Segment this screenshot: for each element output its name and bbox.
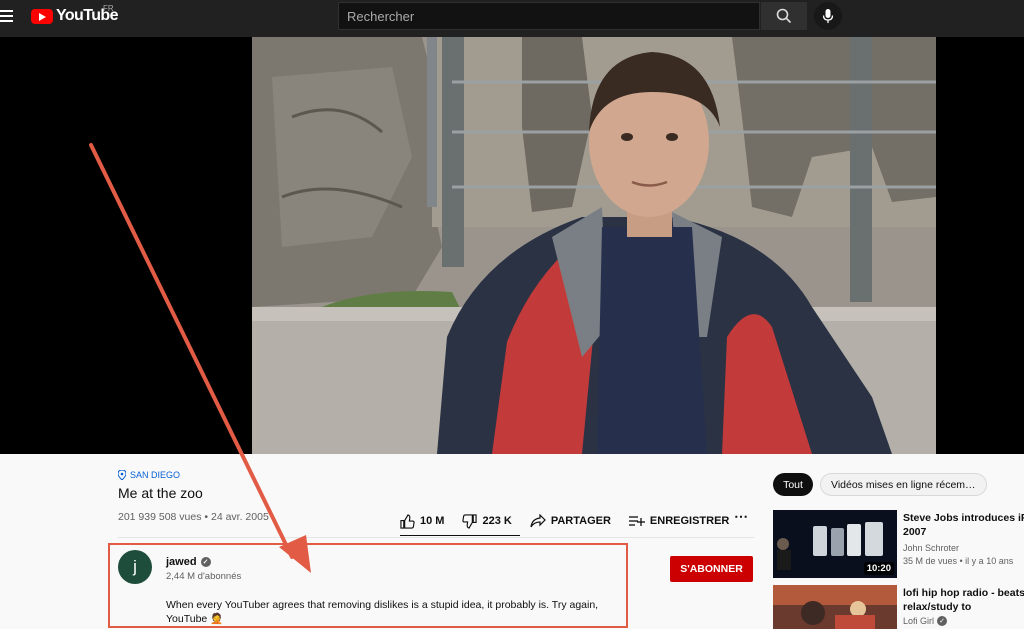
search-box [338, 2, 760, 30]
recommended-video[interactable]: 10:20 Steve Jobs introduces iPh 2007 Joh… [773, 510, 1024, 580]
dislike-button[interactable]: 223 K [462, 513, 512, 529]
recommended-title-line-2: relax/study to [903, 601, 972, 613]
location-label: SAN DIEGO [130, 470, 181, 480]
search-button[interactable] [761, 2, 807, 30]
recommended-title-line-1: Steve Jobs introduces iPh [903, 512, 1024, 524]
recommended-meta: 35 M de vues • il y a 10 ans [903, 556, 1014, 566]
recommended-channel: John Schroter [903, 543, 960, 553]
divider [118, 537, 754, 538]
chip-all[interactable]: Tout [773, 473, 813, 496]
recommended-title-line-1: lofi hip hop radio - beats to [903, 587, 1024, 599]
video-still-image [252, 37, 936, 454]
location-pin-icon [118, 470, 126, 480]
like-count: 10 M [420, 515, 445, 527]
subscribe-button[interactable]: S'ABONNER [670, 556, 753, 582]
search-input[interactable] [339, 3, 759, 29]
verified-check-icon: ✓ [937, 616, 948, 626]
share-label: PARTAGER [550, 515, 611, 527]
video-thumbnail[interactable]: 10:20 [773, 510, 897, 578]
thumbs-up-icon [400, 513, 415, 529]
chip-recent-uploads[interactable]: Vidéos mises en ligne récem… [820, 473, 987, 496]
like-button[interactable]: 10 M [400, 513, 445, 529]
voice-search-button[interactable] [814, 2, 842, 30]
share-button[interactable]: PARTAGER [530, 514, 611, 528]
video-frame[interactable] [252, 37, 936, 454]
top-bar: YouTube FR [0, 0, 1024, 37]
playlist-add-icon [628, 516, 645, 526]
country-code: FR [103, 4, 114, 13]
highlight-box-annotation [108, 543, 628, 628]
dislike-count: 223 K [482, 515, 512, 527]
more-actions-button[interactable]: ⋯ [734, 508, 748, 525]
save-label: ENREGISTRER [649, 515, 730, 527]
video-duration: 10:20 [863, 562, 894, 575]
hamburger-menu-icon[interactable] [0, 10, 14, 24]
location-link[interactable]: SAN DIEGO [118, 470, 180, 480]
video-thumbnail[interactable] [773, 585, 897, 629]
thumbs-down-icon [462, 513, 478, 529]
video-player[interactable] [0, 37, 1024, 454]
search-icon [776, 8, 792, 24]
action-bar: 10 M 223 K PARTAGER ENREGISTRER [400, 506, 747, 536]
youtube-play-icon [31, 8, 53, 24]
microphone-icon [822, 9, 834, 23]
recommended-channel-row: Lofi Girl ✓ [903, 616, 948, 626]
recommended-channel: Lofi Girl [903, 616, 935, 626]
recommended-title: Steve Jobs introduces iPh 2007 [903, 511, 1024, 539]
recommended-title: lofi hip hop radio - beats to relax/stud… [903, 586, 1024, 614]
recommended-title-line-2: 2007 [903, 526, 927, 538]
view-count-date: 201 939 508 vues • 24 avr. 2005 [118, 511, 269, 523]
like-dislike-ratio-bar [400, 535, 520, 536]
recommended-video[interactable]: lofi hip hop radio - beats to relax/stud… [773, 585, 1024, 629]
share-arrow-icon [530, 514, 546, 528]
thumbnail-image [773, 585, 897, 629]
video-title: Me at the zoo [118, 485, 203, 501]
save-button[interactable]: ENREGISTRER [628, 515, 730, 527]
